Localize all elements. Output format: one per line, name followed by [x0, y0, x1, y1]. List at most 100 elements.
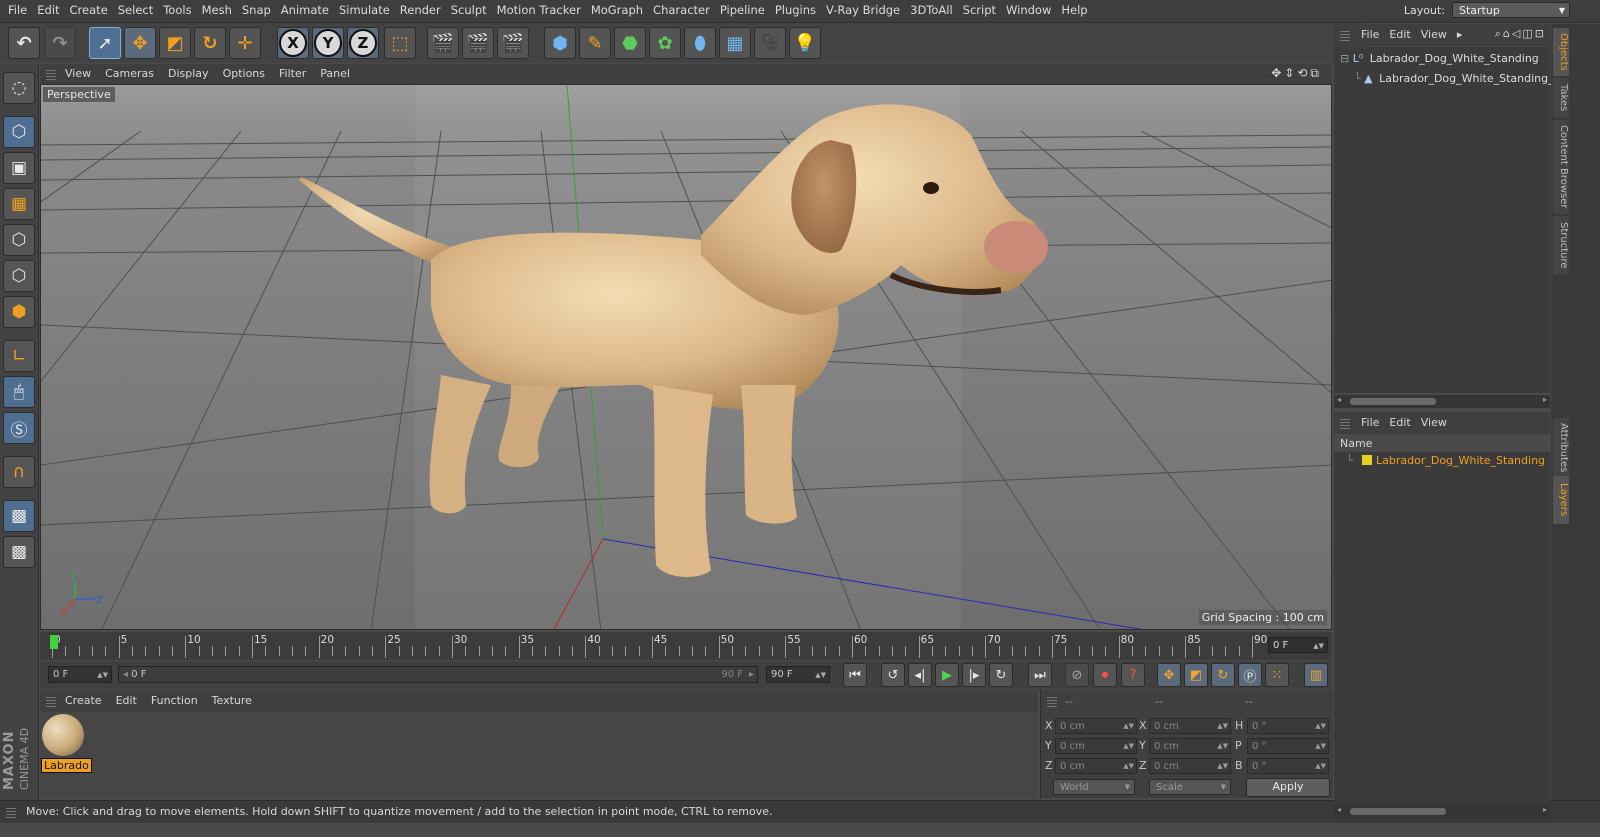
coord-pos-y-field[interactable]: 0 cm ▲▼: [1055, 738, 1137, 754]
render-picture-viewer-button[interactable]: 🎬: [462, 27, 494, 59]
perspective-viewport[interactable]: Y Z X Perspective Grid Spacing : 100 cm: [40, 84, 1332, 630]
menu-simulate[interactable]: Simulate: [334, 0, 395, 21]
back-icon[interactable]: ◁: [1512, 27, 1522, 40]
next-keyframe-button[interactable]: ↻: [989, 663, 1013, 687]
timeline-ruler[interactable]: 051015202530354045505560657075808590 0 F…: [40, 632, 1332, 660]
spline-pen-button[interactable]: ✎: [579, 27, 611, 59]
viewport-menu-display[interactable]: Display: [161, 64, 216, 84]
rotate-tool-button[interactable]: ↻: [194, 27, 226, 59]
scroll-right-icon[interactable]: ▸: [1543, 395, 1547, 404]
layers-menu-view[interactable]: View: [1416, 412, 1452, 434]
viewport-menu-view[interactable]: View: [58, 64, 98, 84]
menu-character[interactable]: Character: [648, 0, 715, 21]
workplane-mode-button[interactable]: ▦: [3, 188, 35, 220]
layer-icon[interactable]: ◫: [1522, 27, 1534, 40]
menu-script[interactable]: Script: [958, 0, 1001, 21]
layers-menu-file[interactable]: File: [1356, 412, 1384, 434]
edge-mode-button[interactable]: ⬡: [3, 260, 35, 292]
redo-button[interactable]: ↷: [44, 27, 76, 59]
menu-file[interactable]: File: [0, 0, 32, 21]
tree-row-root[interactable]: ⊟ L⁰ Labrador_Dog_White_Standing: [1340, 52, 1539, 65]
subdivision-surface-button[interactable]: ⬣: [614, 27, 646, 59]
mograph-cloner-button[interactable]: ✿: [649, 27, 681, 59]
scroll-left-icon[interactable]: ◂: [1337, 805, 1341, 814]
layer-row[interactable]: └ Labrador_Dog_White_Standing: [1338, 452, 1546, 469]
material-menu-edit[interactable]: Edit: [109, 690, 144, 712]
coord-pos-x-field[interactable]: 0 cm ▲▼: [1055, 718, 1137, 734]
menu-help[interactable]: Help: [1056, 0, 1092, 21]
current-frame-field[interactable]: 0 F ▲▼: [1268, 637, 1328, 653]
record-rotation-button[interactable]: ↻: [1211, 663, 1235, 687]
menu-render[interactable]: Render: [395, 0, 446, 21]
tab-takes[interactable]: Takes: [1553, 78, 1569, 118]
material-name[interactable]: Labrado: [41, 758, 92, 773]
deformer-button[interactable]: ⬮: [684, 27, 716, 59]
transform-tool-button[interactable]: ✛: [229, 27, 261, 59]
next-frame-button[interactable]: |▸: [962, 663, 986, 687]
tab-content-browser[interactable]: Content Browser: [1553, 120, 1569, 214]
objects-menu-edit[interactable]: Edit: [1384, 24, 1415, 46]
menu-mesh[interactable]: Mesh: [197, 0, 237, 21]
texture-mode-button[interactable]: ▣: [3, 152, 35, 184]
menu-sculpt[interactable]: Sculpt: [446, 0, 492, 21]
preview-range-slider[interactable]: ◂ 0 F 90 F ▸: [118, 666, 758, 683]
tweak-mode-button[interactable]: 🖱: [3, 376, 35, 408]
coord-pos-z-field[interactable]: 0 cm ▲▼: [1055, 758, 1137, 774]
tab-structure[interactable]: Structure: [1553, 216, 1569, 274]
polygon-mode-button[interactable]: ⬢: [3, 296, 35, 328]
cube-object-button[interactable]: ⬢: [544, 27, 576, 59]
move-tool-button[interactable]: ✥: [124, 27, 156, 59]
record-position-button[interactable]: ✥: [1157, 663, 1181, 687]
floor-button[interactable]: ▦: [719, 27, 751, 59]
autokeying-button[interactable]: ⏺: [1093, 663, 1117, 687]
playhead-marker[interactable]: [50, 635, 58, 649]
x-axis-lock-button[interactable]: X: [277, 27, 309, 59]
material-menu-create[interactable]: Create: [58, 690, 109, 712]
select-tool-button[interactable]: ➚: [89, 27, 121, 59]
coord-size-x-field[interactable]: 0 cm ▲▼: [1149, 718, 1231, 734]
workplane-lock-button[interactable]: ▩: [3, 500, 35, 532]
objects-menu-file[interactable]: File: [1356, 24, 1384, 46]
keyframe-selection-button[interactable]: ?: [1121, 663, 1145, 687]
menu-create[interactable]: Create: [65, 0, 113, 21]
z-axis-lock-button[interactable]: Z: [347, 27, 379, 59]
render-view-button[interactable]: 🎬: [427, 27, 459, 59]
magnet-button[interactable]: ∩: [3, 456, 35, 488]
menu-pipeline[interactable]: Pipeline: [715, 0, 770, 21]
camera-label[interactable]: Perspective: [43, 87, 115, 102]
layer-column-header[interactable]: Name: [1334, 436, 1550, 452]
light-button[interactable]: 💡: [789, 27, 821, 59]
scale-tool-button[interactable]: ◩: [159, 27, 191, 59]
home-icon[interactable]: ⌂: [1503, 27, 1512, 40]
material-menu-texture[interactable]: Texture: [205, 690, 259, 712]
tab-objects[interactable]: Objects: [1553, 28, 1569, 76]
coordinate-space-select[interactable]: World ▼: [1053, 779, 1135, 795]
layers-menu-edit[interactable]: Edit: [1384, 412, 1415, 434]
previous-frame-button[interactable]: ◂|: [908, 663, 932, 687]
camera-button[interactable]: 🎥: [754, 27, 786, 59]
go-to-end-button[interactable]: ⏭: [1028, 663, 1052, 687]
record-parameter-button[interactable]: Ⓟ: [1238, 663, 1262, 687]
previous-keyframe-button[interactable]: ↺: [881, 663, 905, 687]
y-axis-lock-button[interactable]: Y: [312, 27, 344, 59]
model-mode-button[interactable]: ⬡: [3, 116, 35, 148]
menu-motion-tracker[interactable]: Motion Tracker: [492, 0, 586, 21]
play-forward-button[interactable]: ▶: [935, 663, 959, 687]
coord-rot-b-field[interactable]: 0 ° ▲▼: [1247, 758, 1329, 774]
scrollbar-thumb[interactable]: [1350, 398, 1436, 405]
coord-rot-h-field[interactable]: 0 ° ▲▼: [1247, 718, 1329, 734]
menu-3dtoall[interactable]: 3DToAll: [905, 0, 958, 21]
coord-size-z-field[interactable]: 0 cm ▲▼: [1149, 758, 1231, 774]
menu-edit[interactable]: Edit: [32, 0, 64, 21]
end-frame-field[interactable]: 90 F ▲▼: [766, 666, 830, 683]
undo-button[interactable]: ↶: [8, 27, 40, 59]
make-editable-button[interactable]: ◌: [3, 72, 35, 104]
viewport-menu-filter[interactable]: Filter: [272, 64, 313, 84]
record-keys-button[interactable]: ⊘: [1065, 663, 1089, 687]
layout-select[interactable]: Startup ▼: [1452, 2, 1570, 18]
scrollbar-thumb[interactable]: [1350, 808, 1446, 815]
viewport-move-icon[interactable]: ✥: [1271, 66, 1284, 80]
viewport-menu-options[interactable]: Options: [216, 64, 272, 84]
viewport-rotate-icon[interactable]: ⟲: [1297, 66, 1310, 80]
scroll-left-icon[interactable]: ◂: [1337, 395, 1341, 404]
